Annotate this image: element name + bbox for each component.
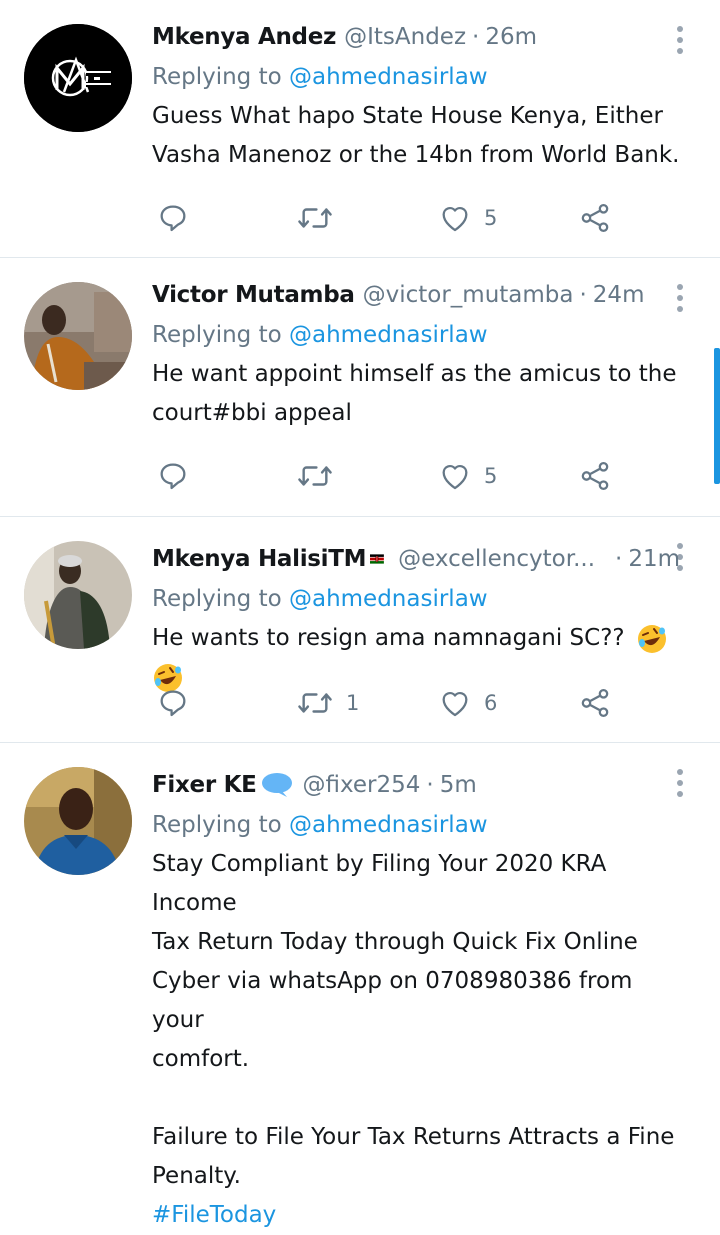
text-line: Tax Return Today through Quick Fix Onlin… [152, 929, 638, 955]
timestamp[interactable]: 26m [485, 24, 537, 50]
replying-to: Replying to @ahmednasirlaw [152, 579, 680, 619]
text-line: Penalty. [152, 1163, 241, 1189]
tweet-text: Guess What hapo State House Kenya, Eithe… [152, 97, 680, 175]
mention-link[interactable]: @ahmednasirlaw [289, 586, 488, 612]
reply-button[interactable] [156, 198, 190, 238]
avatar[interactable] [24, 282, 132, 390]
like-button[interactable]: 6 [438, 683, 497, 723]
mention-link[interactable]: @ahmednasirlaw [289, 322, 488, 348]
display-name[interactable]: Fixer KE [152, 772, 257, 798]
hashtag-link[interactable]: #FileToday [152, 1196, 680, 1235]
like-count: 5 [484, 206, 498, 230]
user-handle[interactable]: @victor_mutamba [363, 282, 574, 308]
retweet-button[interactable]: 1 [296, 683, 359, 723]
share-icon [581, 461, 609, 491]
avatar[interactable] [24, 767, 132, 875]
replying-to-label: Replying to [152, 322, 282, 348]
display-name[interactable]: Victor Mutamba [152, 282, 355, 308]
display-name[interactable]: Mkenya HalisiTM [152, 546, 367, 572]
tweet-header: Fixer KE @fixer254 · 5m [152, 765, 680, 805]
reply-icon [160, 463, 186, 490]
timestamp[interactable]: 24m [593, 282, 645, 308]
mention-link[interactable]: @ahmednasirlaw [289, 812, 488, 838]
share-icon [581, 203, 609, 233]
retweet-count: 1 [346, 691, 360, 715]
like-button[interactable]: 5 [438, 198, 497, 238]
andez-logo-icon [24, 24, 132, 132]
tweet-actions: 1 6 [152, 683, 622, 723]
replying-to: Replying to @ahmednasirlaw [152, 315, 680, 355]
tweet[interactable]: Fixer KE @fixer254 · 5m Replying to @ahm… [0, 743, 720, 1228]
avatar[interactable] [24, 24, 132, 132]
tweet-actions: 5 [152, 198, 622, 238]
tweet-header: Mkenya Andez @ItsAndez · 26m [152, 17, 680, 57]
retweet-button[interactable] [296, 198, 346, 238]
text-line: Failure to File Your Tax Returns Attract… [152, 1124, 675, 1150]
tweet-text: He want appoint himself as the amicus to… [152, 355, 680, 433]
reply-icon [160, 205, 186, 232]
replying-to: Replying to @ahmednasirlaw [152, 57, 680, 97]
heart-icon [442, 692, 468, 717]
mention-link[interactable]: @ahmednasirlaw [289, 64, 488, 90]
like-count: 5 [484, 464, 498, 488]
replying-to-label: Replying to [152, 586, 282, 612]
text-line: Stay Compliant by Filing Your 2020 KRA I… [152, 851, 607, 916]
share-button[interactable] [578, 198, 612, 238]
tweet-text: Stay Compliant by Filing Your 2020 KRA I… [152, 845, 680, 1235]
separator: · [426, 772, 434, 798]
like-button[interactable]: 5 [438, 456, 497, 496]
retweet-button[interactable] [296, 456, 346, 496]
rofl-emoji-icon [637, 624, 666, 653]
profile-photo [24, 541, 132, 649]
replying-to-label: Replying to [152, 64, 282, 90]
tweet-header: Mkenya HalisiTM @excellencytor... · 21m [152, 539, 680, 579]
reply-button[interactable] [156, 456, 190, 496]
kenya-flag-icon [370, 554, 385, 564]
profile-photo [24, 282, 132, 390]
separator: · [472, 24, 480, 50]
text-line: Vasha Manenoz or the 14bn from World Ban… [152, 142, 680, 168]
speech-bubble-emoji-icon [261, 773, 292, 797]
share-button[interactable] [578, 456, 612, 496]
text-line: He want appoint himself as the amicus to… [152, 361, 677, 387]
share-icon [581, 688, 609, 718]
like-count: 6 [484, 691, 498, 715]
text-line: Cyber via whatsApp on 0708980386 from yo… [152, 968, 633, 1033]
text-line: comfort. [152, 1046, 250, 1072]
timestamp[interactable]: 21m [628, 546, 680, 572]
replying-to: Replying to @ahmednasirlaw [152, 805, 680, 845]
separator: · [615, 546, 623, 572]
user-handle[interactable]: @excellencytor... [398, 546, 595, 572]
profile-photo [24, 767, 132, 875]
text-line: He wants to resign ama namnagani SC?? [152, 625, 625, 651]
heart-icon [442, 207, 468, 232]
tweet[interactable]: Victor Mutamba @victor_mutamba · 24m Rep… [0, 258, 720, 517]
user-handle[interactable]: @ItsAndez [344, 24, 466, 50]
heart-icon [442, 465, 468, 490]
tweet[interactable]: Mkenya HalisiTM @excellencytor... · 21m … [0, 517, 720, 743]
tweet-actions: 5 [152, 456, 622, 496]
tweet-header: Victor Mutamba @victor_mutamba · 24m [152, 275, 680, 315]
avatar[interactable] [24, 541, 132, 649]
scrollbar[interactable] [714, 348, 720, 484]
display-name[interactable]: Mkenya Andez [152, 24, 336, 50]
text-line: Guess What hapo State House Kenya, Eithe… [152, 103, 663, 129]
separator: · [579, 282, 587, 308]
text-line: court#bbi appeal [152, 400, 352, 426]
reply-icon [160, 690, 186, 717]
retweet-icon [298, 693, 332, 713]
reply-button[interactable] [156, 683, 190, 723]
retweet-icon [298, 466, 332, 486]
user-handle[interactable]: @fixer254 [303, 772, 421, 798]
share-button[interactable] [578, 683, 612, 723]
timestamp[interactable]: 5m [440, 772, 477, 798]
replying-to-label: Replying to [152, 812, 282, 838]
retweet-icon [298, 208, 332, 228]
tweet[interactable]: Mkenya Andez @ItsAndez · 26m Replying to… [0, 0, 720, 258]
